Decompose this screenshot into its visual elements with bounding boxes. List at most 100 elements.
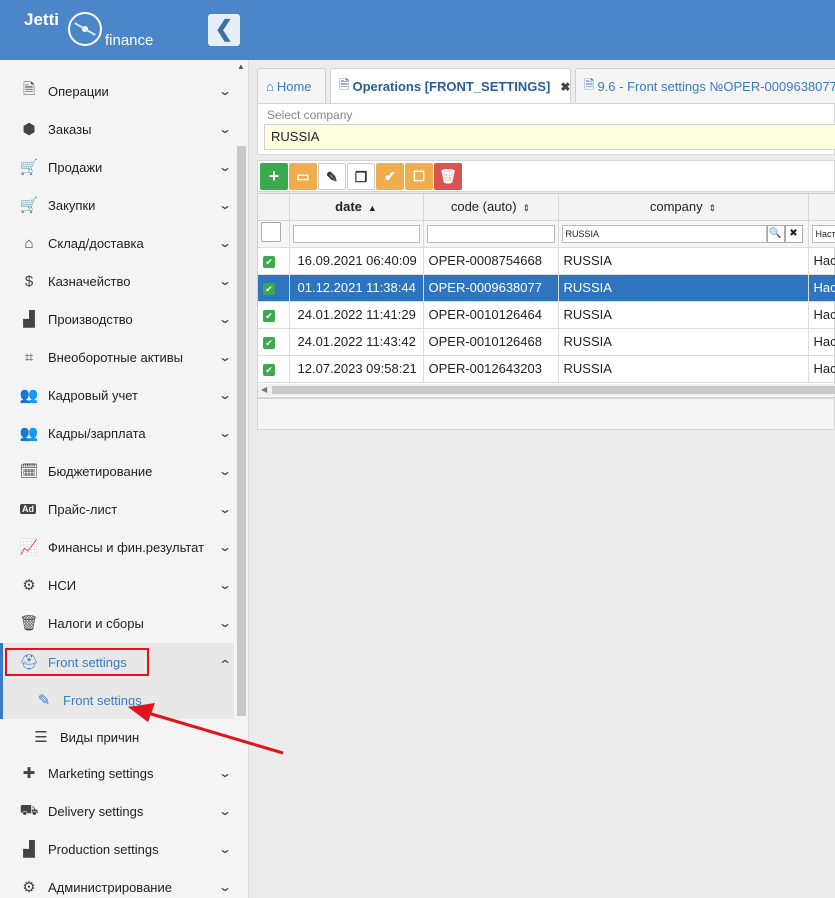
column-header-next[interactable]: [808, 194, 835, 221]
company-select-input[interactable]: RUSSIA: [264, 124, 835, 150]
sidebar-item-orders[interactable]: ⬢ Заказы ⌄: [0, 110, 234, 148]
row-next: Нас: [808, 355, 835, 383]
sidebar-item-label: Заказы: [48, 121, 92, 137]
scroll-left-arrow-icon[interactable]: ◀: [261, 385, 267, 394]
industry-icon: ▟: [23, 311, 35, 328]
chevron-down-icon: ⌄: [217, 804, 233, 818]
post-button[interactable]: ✔: [376, 163, 404, 190]
sidebar-item-fixed-assets[interactable]: ⌗ Внеоборотные активы ⌄: [0, 338, 234, 376]
sidebar-subitem-front-settings[interactable]: ✎ Front settings: [0, 681, 234, 719]
collapse-sidebar-button[interactable]: ❮: [208, 14, 240, 46]
sidebar-item-taxes[interactable]: 🗑 Налоги и сборы ⌄: [0, 604, 234, 642]
sidebar-item-label: Операции: [48, 83, 109, 99]
grid-horizontal-scrollbar[interactable]: ◀: [258, 384, 835, 396]
date-filter-input[interactable]: [292, 224, 420, 243]
copy-button[interactable]: ❐: [347, 163, 375, 190]
sidebar-item-administration[interactable]: ⚙ Администрирование ⌄: [0, 868, 234, 898]
sidebar-item-warehouse[interactable]: ⌂ Склад/доставка ⌄: [0, 224, 234, 262]
chevron-down-icon: ⌄: [217, 388, 233, 402]
clear-filter-icon[interactable]: ✖: [784, 224, 803, 243]
edit-button[interactable]: ✎: [318, 163, 346, 190]
sidebar-item-production-settings[interactable]: ▟ Production settings ⌄: [0, 830, 234, 868]
row-company: RUSSIA: [558, 328, 809, 356]
grid-scroll-thumb[interactable]: [272, 386, 835, 394]
add-button[interactable]: +: [260, 163, 288, 190]
chevron-down-icon: ⌄: [217, 274, 233, 288]
scroll-up-arrow-icon[interactable]: ▲: [237, 62, 245, 71]
trash-icon: 🗑: [19, 615, 39, 632]
sidebar-item-delivery-settings[interactable]: ⛟ Delivery settings ⌄: [0, 792, 234, 830]
table-row-selected[interactable]: ✔ 01.12.2021 11:38:44 OPER-0009638077 RU…: [258, 274, 835, 302]
row-date: 16.09.2021 06:40:09: [289, 247, 424, 275]
sidebar-item-finance[interactable]: 📈 Финансы и фин.результат ⌄: [0, 528, 234, 566]
row-posted-checkbox[interactable]: ✔: [263, 256, 275, 268]
tab-operations[interactable]: 🗎 Operations [FRONT_SETTINGS] ✖: [330, 68, 571, 104]
row-code: OPER-0012643203: [423, 355, 559, 383]
table-row[interactable]: ✔ 24.01.2022 11:43:42 OPER-0010126468 RU…: [258, 328, 835, 356]
row-date: 24.01.2022 11:41:29: [289, 301, 424, 329]
chevron-down-icon: ⌄: [217, 312, 233, 326]
table-row[interactable]: ✔ 24.01.2022 11:41:29 OPER-0010126464 RU…: [258, 301, 835, 329]
tab-home[interactable]: ⌂ Home: [257, 68, 326, 104]
money-icon: $: [24, 272, 34, 290]
industry-icon: ▟: [23, 841, 35, 858]
sidebar-scroll-thumb[interactable]: [237, 146, 246, 716]
sidebar-item-label: Production settings: [48, 841, 159, 857]
row-date: 01.12.2021 11:38:44: [289, 274, 424, 302]
document-icon: 🗎: [339, 76, 350, 92]
code-filter-input[interactable]: [426, 224, 555, 243]
sidebar-item-production[interactable]: ▟ Производство ⌄: [0, 300, 234, 338]
tab-label: Home: [276, 79, 312, 94]
select-column-header: [258, 194, 290, 221]
next-filter-input[interactable]: Наст: [811, 224, 835, 243]
cogs-icon: ⚙: [22, 879, 36, 896]
sidebar-item-hr[interactable]: 👥 Кадровый учет ⌄: [0, 376, 234, 414]
sidebar-item-nsi[interactable]: ⚙ НСИ ⌄: [0, 566, 234, 604]
grid-toolbar: + ▭ ✎ ❐ ✔ ☐ 🗑: [257, 160, 835, 192]
row-next: Нас: [808, 301, 835, 329]
users-icon: 👥: [19, 425, 39, 442]
sidebar-subitem-reason-types[interactable]: ☰ Виды причин: [0, 718, 234, 756]
sidebar-item-label: Кадры/зарплата: [48, 425, 146, 441]
document-icon: 🗎: [22, 80, 36, 98]
column-header-date[interactable]: date ▲: [289, 194, 424, 221]
sidebar-item-label: Бюджетирование: [48, 463, 153, 479]
row-posted-checkbox[interactable]: ✔: [263, 283, 275, 295]
sidebar-item-operations[interactable]: 🗎 Операции ⌄: [0, 72, 234, 110]
chevron-down-icon: ⌄: [217, 350, 233, 364]
sidebar-scrollbar[interactable]: ▲: [234, 60, 248, 898]
column-header-company[interactable]: company ⇕: [558, 194, 809, 221]
sidebar-item-price-list[interactable]: Ad Прайс-лист ⌄: [0, 490, 234, 528]
row-company: RUSSIA: [558, 247, 809, 275]
annotation-highlight-box: [5, 648, 149, 676]
sidebar-item-label: Склад/доставка: [48, 235, 144, 251]
column-header-code[interactable]: code (auto) ⇕: [423, 194, 559, 221]
search-icon[interactable]: 🔍: [766, 224, 785, 243]
sidebar-item-label: Прайс-лист: [48, 501, 118, 517]
sidebar-item-sales[interactable]: 🛒 Продажи ⌄: [0, 148, 234, 186]
sidebar-item-purchases[interactable]: 🛒 Закупки ⌄: [0, 186, 234, 224]
row-posted-checkbox[interactable]: ✔: [263, 310, 275, 322]
row-company: RUSSIA: [558, 301, 809, 329]
home-icon: ⌂: [266, 79, 274, 94]
sidebar-item-budgeting[interactable]: 🗓 Бюджетирование ⌄: [0, 452, 234, 490]
select-all-checkbox[interactable]: [261, 222, 281, 242]
sidebar-item-treasury[interactable]: $ Казначейство ⌄: [0, 262, 234, 300]
table-row[interactable]: ✔ 12.07.2023 09:58:21 OPER-0012643203 RU…: [258, 355, 835, 383]
unpost-button[interactable]: ☐: [405, 163, 433, 190]
sidebar-item-marketing-settings[interactable]: ✚ Marketing settings ⌄: [0, 754, 234, 792]
sidebar-item-payroll[interactable]: 👥 Кадры/зарплата ⌄: [0, 414, 234, 452]
add-folder-button[interactable]: ▭: [289, 163, 317, 190]
row-code: OPER-0010126464: [423, 301, 559, 329]
sidebar: 🗎 Операции ⌄ ⬢ Заказы ⌄ 🛒 Продажи ⌄ 🛒 За…: [0, 60, 249, 898]
tab-label: Operations [FRONT_SETTINGS]: [352, 79, 551, 94]
delete-button[interactable]: 🗑: [434, 163, 462, 190]
close-tab-icon[interactable]: ✖: [560, 80, 570, 94]
tab-front-settings-doc[interactable]: 🗎 9.6 - Front settings №OPER-0009638077,: [575, 68, 835, 104]
pen-icon: ✎: [37, 692, 51, 709]
company-filter-input[interactable]: RUSSIA: [561, 224, 767, 243]
row-posted-checkbox[interactable]: ✔: [263, 337, 275, 349]
row-posted-checkbox[interactable]: ✔: [263, 364, 275, 376]
table-row[interactable]: ✔ 16.09.2021 06:40:09 OPER-0008754668 RU…: [258, 247, 835, 275]
chevron-down-icon: ⌄: [217, 84, 233, 98]
